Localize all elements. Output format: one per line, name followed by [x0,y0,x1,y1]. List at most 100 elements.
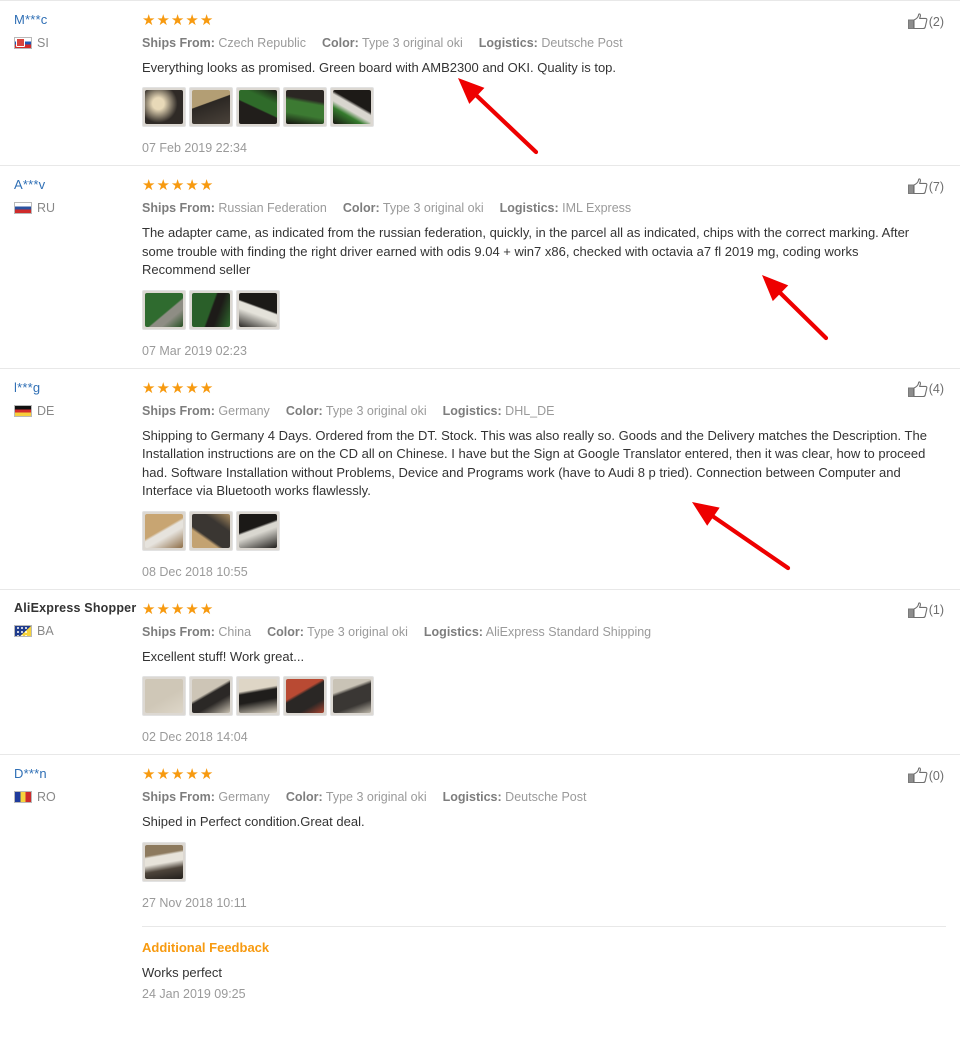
helpful-count: (4) [928,382,944,397]
helpful-button[interactable]: (0) [907,767,944,784]
review-date: 02 Dec 2018 14:04 [142,730,248,745]
attr-value-color-option: Type 3 original oki [325,790,427,805]
additional-feedback-title: Additional Feedback [142,939,270,955]
review-photo-thumbnail[interactable] [236,87,280,128]
attr-value-logistics: AliExpress Standard Shipping [485,624,652,639]
review-date: 27 Nov 2018 10:11 [142,895,247,910]
helpful-button[interactable]: (2) [907,13,944,30]
star-icon: ★ [170,177,186,195]
attr-color-option: Color: Type 3 original oki [322,36,463,50]
star-icon: ★ [156,379,171,397]
photo-image [239,90,277,125]
attr-label-logistics: Logistics: [442,790,502,805]
photo-image [286,679,324,714]
reviewer-name[interactable]: D***n [14,766,140,781]
review-content: ★★★★★ Ships From: Germany Color: Type 3 or… [140,765,946,1001]
reviewer-name[interactable]: A***v [14,177,140,192]
star-rating: ★★★★★ [142,13,946,28]
review-photo-thumbnail[interactable] [236,289,280,330]
review-attributes: Ships From: Germany Color: Type 3 origina… [142,404,946,418]
reviewer-name[interactable]: l***g [14,380,140,395]
review-photo-thumbnail[interactable] [142,841,186,882]
additional-feedback: Additional Feedback Works perfect 24 Jan 2… [142,925,946,1001]
helpful-count: (1) [928,603,944,618]
attr-value-logistics: IML Express [562,201,632,216]
review-photo-strip [142,87,946,128]
flag-slovenia-icon [14,37,32,49]
country-code: SI [37,36,49,50]
star-icon: ★ [185,379,200,397]
attr-value-color-option: Type 3 original oki [362,36,463,50]
attr-label-color-option: Color: [342,201,380,216]
review-list: M***c SI ★★★★★ Ships From: Czech Republic Co… [0,0,960,1011]
review-photo-thumbnail[interactable] [189,289,233,330]
review-photo-thumbnail[interactable] [283,87,327,128]
review-item: M***c SI ★★★★★ Ships From: Czech Republic Co… [0,0,960,165]
star-rating: ★★★★★ [142,602,946,617]
review-photo-thumbnail[interactable] [189,676,233,717]
country-code: DE [37,403,55,418]
review-photo-thumbnail[interactable] [330,676,374,717]
country-code: RO [37,790,56,805]
review-item: AliExpress Shopper BA ★★★★★ Ships From: Chi… [0,588,960,754]
review-photo-thumbnail[interactable] [142,676,186,717]
reviewer-location: BA [14,624,140,638]
reviewer-location: RO [14,790,140,804]
helpful-button[interactable]: (7) [907,178,944,195]
star-icon: ★ [156,12,171,29]
review-attributes: Ships From: Russian Federation Color: Typ… [142,201,946,215]
additional-feedback-date: 24 Jan 2019 09:25 [142,986,246,1001]
review-photo-thumbnail[interactable] [189,87,233,128]
review-text: Excellent stuff! Work great... [142,648,305,664]
thumbs-up-icon [907,13,928,30]
attr-color-option: Color: Type 3 original oki [286,790,427,804]
attr-label-ships-from: Ships From: [142,201,215,216]
star-icon: ★ [170,12,186,29]
review-photo-thumbnail[interactable] [283,676,327,717]
review-item: A***v RU ★★★★★ Ships From: Russian Federati… [0,165,960,367]
country-code: RU [37,201,56,216]
attr-value-ships-from: Russian Federation [218,201,327,216]
review-photo-thumbnail[interactable] [142,87,186,128]
flag-germany-icon [14,404,32,417]
reviewer-location: SI [14,36,140,50]
review-photo-thumbnail[interactable] [236,676,280,717]
review-content: ★★★★★ Ships From: Czech Republic Color: Ty… [140,11,946,155]
review-text: Shipping to Germany 4 Days. Ordered from… [142,427,927,499]
attr-label-ships-from: Ships From: [142,36,215,50]
attr-ships-from: Ships From: Czech Republic [142,36,306,50]
attr-value-color-option: Type 3 original oki [382,201,484,216]
attr-label-color-option: Color: [267,624,304,639]
review-photo-thumbnail[interactable] [142,510,186,551]
country-code: BA [37,623,54,638]
review-user-column: D***n RO [14,765,140,1000]
attr-ships-from: Ships From: Germany [142,790,270,804]
review-photo-strip [142,510,946,551]
review-photo-thumbnail[interactable] [330,87,374,128]
star-icon: ★ [170,766,186,784]
attr-label-color-option: Color: [285,790,323,805]
star-icon: ★ [199,12,215,29]
additional-feedback-text: Works perfect [142,964,222,980]
star-icon: ★ [142,600,157,618]
reviewer-name[interactable]: M***c [14,12,140,27]
attr-label-logistics: Logistics: [499,201,559,216]
thumbs-up-icon [907,767,928,784]
review-photo-thumbnail[interactable] [142,289,186,330]
review-attributes: Ships From: Germany Color: Type 3 origina… [142,790,946,804]
review-user-column: A***v RU [14,176,140,357]
star-icon: ★ [199,766,215,784]
photo-image [192,513,230,548]
review-photo-strip [142,289,946,330]
helpful-button[interactable]: (1) [907,601,944,619]
review-photo-thumbnail[interactable] [189,510,233,551]
thumbs-up-icon [907,601,928,618]
star-icon: ★ [156,600,171,618]
star-icon: ★ [185,12,200,29]
review-photo-thumbnail[interactable] [236,510,280,551]
photo-image [239,679,277,714]
star-icon: ★ [156,766,171,784]
review-attributes: Ships From: Czech Republic Color: Type 3 … [142,36,946,50]
helpful-count: (7) [928,179,944,194]
helpful-button[interactable]: (4) [907,381,944,398]
